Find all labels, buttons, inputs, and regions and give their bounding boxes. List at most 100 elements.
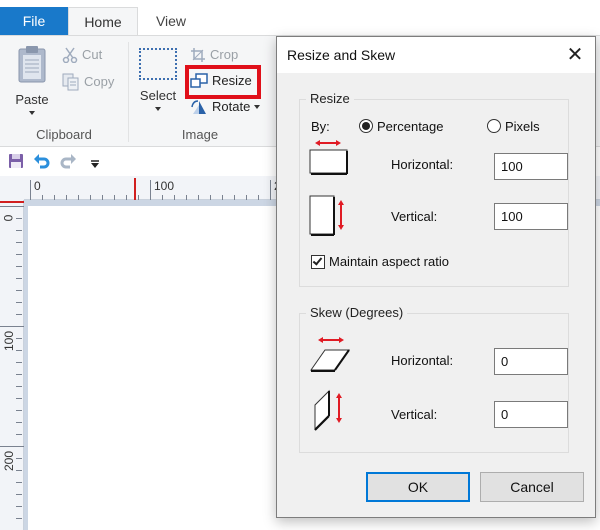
skew-group: Skew (Degrees) xyxy=(299,305,569,453)
ruler-tick xyxy=(198,195,199,200)
by-label: By: xyxy=(311,119,330,134)
pixels-label[interactable]: Pixels xyxy=(505,119,540,134)
resize-horizontal-input[interactable] xyxy=(494,153,568,180)
ruler-tick xyxy=(16,350,22,351)
ruler-tick xyxy=(16,218,22,219)
ruler-tick xyxy=(16,338,22,339)
skew-vertical-input[interactable] xyxy=(494,401,568,428)
image-group-label: Image xyxy=(181,127,219,142)
customize-toolbar-icon[interactable] xyxy=(90,156,108,174)
ruler-tick xyxy=(138,195,139,200)
ruler-tick xyxy=(66,195,67,200)
hruler-label: 0 xyxy=(34,179,41,193)
vruler-label: 100 xyxy=(2,330,17,352)
paste-label: Paste xyxy=(15,92,49,107)
resize-horizontal-icon xyxy=(309,140,353,176)
vruler-label: 200 xyxy=(2,450,17,472)
paste-dropdown-caret-icon[interactable] xyxy=(29,111,35,115)
select-button[interactable]: Select xyxy=(136,48,180,111)
ruler-tick xyxy=(234,195,235,200)
tab-file[interactable]: File xyxy=(0,7,68,36)
ruler-tick xyxy=(16,482,22,483)
maintain-aspect-ratio-label[interactable]: Maintain aspect ratio xyxy=(329,254,449,269)
ruler-tick xyxy=(174,195,175,200)
resize-vertical-label: Vertical: xyxy=(391,209,438,224)
skew-vertical-icon xyxy=(313,389,353,431)
pixels-radio[interactable] xyxy=(487,119,501,133)
cut-label: Cut xyxy=(82,47,103,62)
group-divider xyxy=(128,42,129,142)
select-dropdown-caret-icon[interactable] xyxy=(155,107,161,111)
ruler-tick xyxy=(90,195,91,200)
ruler-tick xyxy=(126,195,127,200)
crop-button[interactable]: Crop xyxy=(190,44,238,66)
ruler-tick xyxy=(16,266,22,267)
ruler-tick xyxy=(162,195,163,200)
paste-button[interactable]: Paste xyxy=(10,44,54,115)
ruler-tick xyxy=(16,278,22,279)
save-icon[interactable] xyxy=(8,153,26,171)
cut-button[interactable]: Cut xyxy=(62,44,102,66)
cursor-position-marker xyxy=(0,201,24,203)
ruler-corner xyxy=(0,176,24,200)
percentage-label[interactable]: Percentage xyxy=(377,119,444,134)
skew-horizontal-input[interactable] xyxy=(494,348,568,375)
ruler-tick xyxy=(16,362,22,363)
ruler-tick xyxy=(102,195,103,200)
dialog-title-bar[interactable]: Resize and Skew ✕ xyxy=(277,37,595,73)
ruler-tick xyxy=(16,518,22,519)
close-icon[interactable]: ✕ xyxy=(563,43,587,67)
crop-icon xyxy=(190,47,206,63)
ruler-tick xyxy=(54,195,55,200)
ruler-tick xyxy=(16,458,22,459)
selection-rectangle-icon xyxy=(139,48,177,80)
ruler-tick xyxy=(78,195,79,200)
rotate-button[interactable]: Rotate xyxy=(190,96,261,118)
ruler-tick xyxy=(150,180,151,200)
ruler-tick xyxy=(258,195,259,200)
ruler-tick xyxy=(210,195,211,200)
rotate-icon xyxy=(190,99,208,115)
ruler-tick xyxy=(42,195,43,200)
resize-and-skew-dialog: Resize and Skew ✕ Resize By: Percentage … xyxy=(276,36,596,518)
resize-vertical-icon xyxy=(309,194,353,236)
cancel-button[interactable]: Cancel xyxy=(480,472,584,502)
skew-horizontal-icon xyxy=(309,337,355,373)
rotate-label: Rotate xyxy=(212,99,251,114)
resize-highlight-box xyxy=(185,65,261,99)
ruler-tick xyxy=(16,254,22,255)
tab-home[interactable]: Home xyxy=(68,7,138,36)
resize-horizontal-label: Horizontal: xyxy=(391,157,454,172)
ruler-tick xyxy=(270,180,271,200)
ruler-tick xyxy=(16,242,22,243)
resize-vertical-input[interactable] xyxy=(494,203,568,230)
skew-horizontal-label: Horizontal: xyxy=(391,353,454,368)
percentage-radio[interactable] xyxy=(359,119,373,133)
resize-group-legend: Resize xyxy=(306,91,354,106)
ruler-tick xyxy=(114,195,115,200)
ruler-tick xyxy=(16,434,22,435)
maintain-aspect-ratio-checkbox[interactable] xyxy=(311,255,325,269)
ruler-tick xyxy=(16,386,22,387)
undo-icon[interactable] xyxy=(33,153,51,171)
rotate-dropdown-caret-icon[interactable] xyxy=(254,105,261,109)
ruler-tick xyxy=(16,410,22,411)
ruler-tick xyxy=(16,290,22,291)
redo-icon[interactable] xyxy=(59,153,77,171)
ruler-tick xyxy=(16,494,22,495)
ruler-tick xyxy=(16,422,22,423)
ruler-tick xyxy=(0,446,24,447)
clipboard-icon xyxy=(16,44,48,84)
ruler-tick xyxy=(16,470,22,471)
ribbon-tab-bar: File Home View xyxy=(0,0,600,36)
skew-vertical-label: Vertical: xyxy=(391,407,438,422)
ok-button[interactable]: OK xyxy=(366,472,470,502)
vruler-label: 0 xyxy=(1,214,16,222)
ruler-tick xyxy=(16,314,22,315)
ruler-tick xyxy=(222,195,223,200)
copy-button[interactable]: Copy xyxy=(62,71,114,93)
scissors-icon xyxy=(62,47,78,64)
vertical-ruler: 0 100 200 xyxy=(0,200,24,530)
ruler-tick xyxy=(16,230,22,231)
tab-view[interactable]: View xyxy=(140,7,202,36)
